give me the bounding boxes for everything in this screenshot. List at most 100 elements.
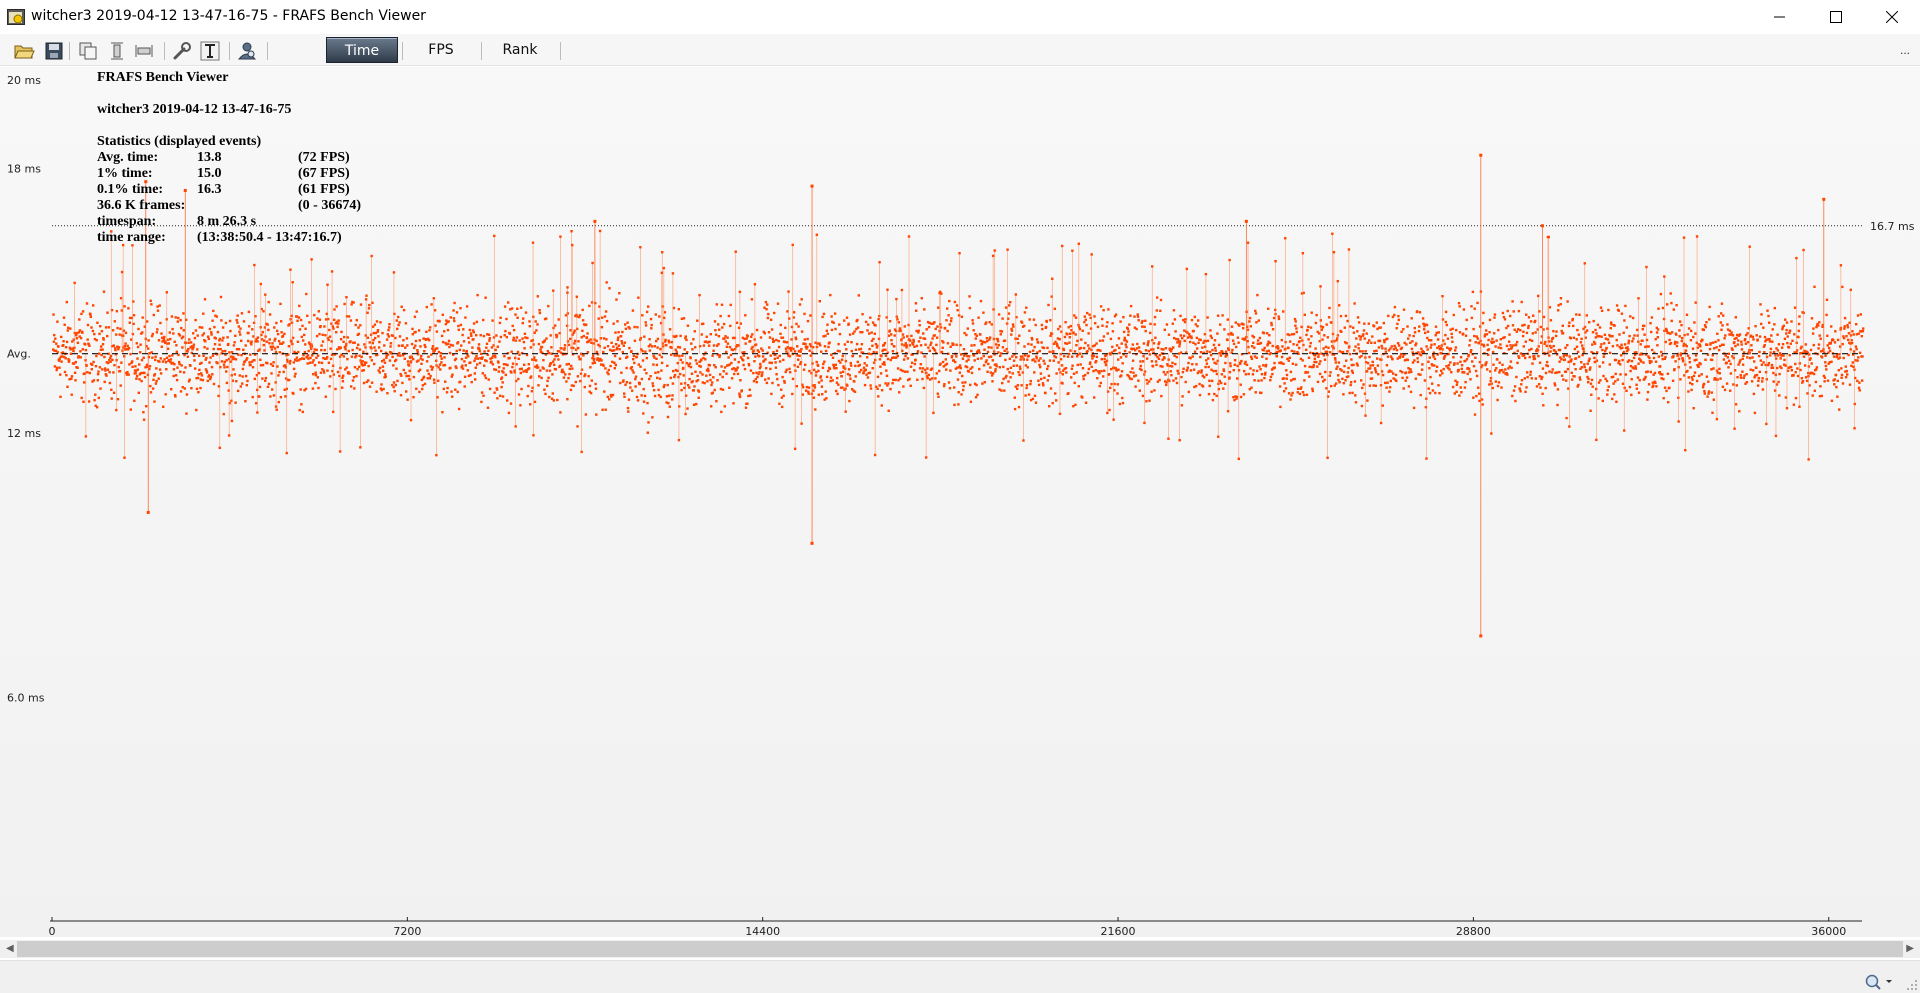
data-point [1597,397,1600,400]
data-point [775,338,778,342]
data-point [53,365,57,368]
data-point [1326,336,1329,339]
data-point [890,339,893,342]
user-search-icon[interactable] [236,40,258,62]
data-point [1345,359,1348,362]
data-point [283,332,286,336]
data-point [343,302,346,306]
data-point [1763,335,1767,339]
data-point [1008,304,1011,307]
data-point [1208,379,1211,382]
data-point [373,362,376,366]
data-point [689,356,692,360]
data-point [1371,364,1375,367]
data-point [802,368,806,371]
data-point [437,366,440,369]
data-point [1384,381,1387,385]
toolbar-overflow-button[interactable]: ... [1900,43,1910,57]
maximize-button[interactable] [1808,0,1864,34]
data-point [1515,340,1519,344]
tab-fps[interactable]: FPS [410,37,472,63]
close-button[interactable] [1864,0,1920,34]
data-point [958,371,961,374]
data-point [523,363,526,366]
data-point [1340,330,1343,333]
fit-horizontal-icon[interactable] [133,40,155,62]
data-point [607,368,610,372]
data-point [1102,375,1105,378]
data-point [1534,331,1537,334]
data-point [705,374,708,377]
data-point [765,367,768,370]
copy-icon[interactable] [77,40,99,62]
data-point [277,374,280,377]
data-point [1239,383,1242,386]
data-point [666,364,669,367]
data-point [1046,346,1049,350]
data-point [880,404,883,407]
data-point [879,365,882,368]
data-point [1546,327,1549,330]
data-point [1294,320,1297,323]
data-point [1578,376,1581,379]
data-point [1283,382,1286,385]
data-point [1708,318,1711,321]
data-point [116,398,120,401]
fit-vertical-icon[interactable] [106,40,128,62]
data-point [1323,378,1326,381]
data-point [1524,356,1527,360]
data-point [1393,305,1397,309]
data-point [1337,374,1340,377]
data-point [130,338,133,341]
data-point [1201,346,1204,349]
data-point [1408,334,1411,337]
tab-time[interactable]: Time [326,37,398,63]
minimize-button[interactable] [1752,0,1808,34]
data-point [1624,304,1627,308]
data-point [839,361,842,364]
data-point [1323,334,1326,337]
data-point [1391,358,1394,361]
data-point [634,375,638,378]
data-point [724,335,727,338]
data-point [1579,378,1582,381]
wrench-icon[interactable] [171,40,193,62]
text-icon[interactable] [199,40,221,62]
data-point [1520,383,1523,386]
data-point [362,381,366,385]
data-point [69,352,73,355]
data-point [948,387,952,390]
data-point [852,332,855,335]
data-point [846,384,849,387]
data-point [202,332,206,335]
data-point [1374,371,1378,374]
data-point [1476,337,1479,340]
data-point [131,360,134,363]
data-point [785,350,788,353]
data-point [675,354,679,357]
data-point [569,388,573,392]
data-point [1434,334,1437,337]
data-point [386,333,389,336]
tab-rank[interactable]: Rank [489,37,551,63]
data-point [1551,336,1555,340]
data-point [616,338,620,342]
save-icon[interactable] [43,40,65,62]
data-point [1314,347,1317,350]
data-point [639,365,642,368]
data-point [918,367,922,370]
open-folder-icon[interactable] [13,40,35,62]
data-point [222,363,226,366]
data-point [227,389,230,392]
data-point [848,374,851,377]
data-point [495,334,498,337]
data-point [970,371,974,375]
data-point [614,343,618,346]
data-point [1368,355,1371,359]
data-point [483,364,486,367]
data-point [937,306,940,309]
data-point [1477,342,1480,345]
data-point [422,337,425,340]
data-point [1269,375,1273,379]
frame-time-chart[interactable]: 20 ms 18 ms Avg. 12 ms 6.0 ms 16.7 ms 0 7200 144… [0,67,1920,937]
